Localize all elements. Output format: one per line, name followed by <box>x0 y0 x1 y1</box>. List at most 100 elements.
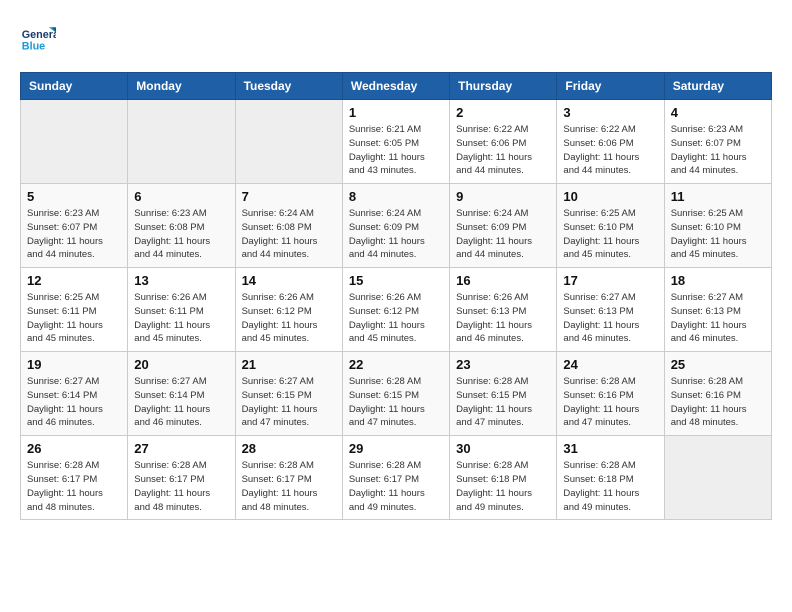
calendar-cell: 25Sunrise: 6:28 AMSunset: 6:16 PMDayligh… <box>664 352 771 436</box>
day-info: Sunrise: 6:22 AMSunset: 6:06 PMDaylight:… <box>563 123 657 178</box>
day-number: 22 <box>349 357 443 372</box>
day-info: Sunrise: 6:25 AMSunset: 6:10 PMDaylight:… <box>563 207 657 262</box>
day-info: Sunrise: 6:24 AMSunset: 6:09 PMDaylight:… <box>456 207 550 262</box>
calendar-cell: 19 Sunrise: 6:27 AMSunset: 6:14 PMDayligh… <box>21 352 128 436</box>
day-number: 24 <box>563 357 657 372</box>
day-number: 13 <box>134 273 228 288</box>
day-number: 6 <box>134 189 228 204</box>
weekday-header-wednesday: Wednesday <box>342 73 449 100</box>
calendar-cell <box>664 436 771 520</box>
day-info: Sunrise: 6:24 AMSunset: 6:08 PMDaylight:… <box>242 207 336 262</box>
calendar-cell <box>128 100 235 184</box>
calendar-week-row: 12 Sunrise: 6:25 AMSunset: 6:11 PMDayligh… <box>21 268 772 352</box>
calendar-cell: 14 Sunrise: 6:26 AMSunset: 6:12 PMDayligh… <box>235 268 342 352</box>
day-number: 12 <box>27 273 121 288</box>
weekday-header-thursday: Thursday <box>450 73 557 100</box>
day-info: Sunrise: 6:21 AMSunset: 6:05 PMDaylight:… <box>349 123 443 178</box>
calendar-cell: 21 Sunrise: 6:27 AMSunset: 6:15 PMDayligh… <box>235 352 342 436</box>
day-number: 14 <box>242 273 336 288</box>
day-number: 29 <box>349 441 443 456</box>
day-info: Sunrise: 6:23 AMSunset: 6:08 PMDaylight:… <box>134 207 228 262</box>
day-info: Sunrise: 6:24 AMSunset: 6:09 PMDaylight:… <box>349 207 443 262</box>
calendar-cell: 3 Sunrise: 6:22 AMSunset: 6:06 PMDaylight… <box>557 100 664 184</box>
day-number: 2 <box>456 105 550 120</box>
calendar-cell: 8 Sunrise: 6:24 AMSunset: 6:09 PMDaylight… <box>342 184 449 268</box>
calendar-week-row: 19 Sunrise: 6:27 AMSunset: 6:14 PMDayligh… <box>21 352 772 436</box>
calendar-cell: 15 Sunrise: 6:26 AMSunset: 6:12 PMDayligh… <box>342 268 449 352</box>
weekday-header-tuesday: Tuesday <box>235 73 342 100</box>
calendar-cell: 17Sunrise: 6:27 AMSunset: 6:13 PMDayligh… <box>557 268 664 352</box>
calendar-cell: 11Sunrise: 6:25 AMSunset: 6:10 PMDayligh… <box>664 184 771 268</box>
svg-text:General: General <box>22 29 56 41</box>
day-info: Sunrise: 6:28 AMSunset: 6:17 PMDaylight:… <box>27 459 121 514</box>
calendar-cell <box>21 100 128 184</box>
calendar-cell: 28 Sunrise: 6:28 AMSunset: 6:17 PMDayligh… <box>235 436 342 520</box>
calendar-week-row: 26 Sunrise: 6:28 AMSunset: 6:17 PMDayligh… <box>21 436 772 520</box>
day-info: Sunrise: 6:28 AMSunset: 6:15 PMDaylight:… <box>456 375 550 430</box>
day-info: Sunrise: 6:23 AMSunset: 6:07 PMDaylight:… <box>671 123 765 178</box>
calendar-cell: 5Sunrise: 6:23 AMSunset: 6:07 PMDaylight… <box>21 184 128 268</box>
day-info: Sunrise: 6:26 AMSunset: 6:13 PMDaylight:… <box>456 291 550 346</box>
day-number: 4 <box>671 105 765 120</box>
calendar-cell: 20 Sunrise: 6:27 AMSunset: 6:14 PMDayligh… <box>128 352 235 436</box>
weekday-header-friday: Friday <box>557 73 664 100</box>
day-info: Sunrise: 6:28 AMSunset: 6:16 PMDaylight:… <box>563 375 657 430</box>
day-number: 19 <box>27 357 121 372</box>
calendar-cell: 30 Sunrise: 6:28 AMSunset: 6:18 PMDayligh… <box>450 436 557 520</box>
day-number: 17 <box>563 273 657 288</box>
day-number: 21 <box>242 357 336 372</box>
calendar-cell: 16 Sunrise: 6:26 AMSunset: 6:13 PMDayligh… <box>450 268 557 352</box>
day-number: 28 <box>242 441 336 456</box>
logo-icon: General Blue <box>20 20 56 56</box>
day-info: Sunrise: 6:26 AMSunset: 6:12 PMDaylight:… <box>242 291 336 346</box>
weekday-header-monday: Monday <box>128 73 235 100</box>
day-info: Sunrise: 6:28 AMSunset: 6:16 PMDaylight:… <box>671 375 765 430</box>
calendar-cell: 9 Sunrise: 6:24 AMSunset: 6:09 PMDaylight… <box>450 184 557 268</box>
day-number: 26 <box>27 441 121 456</box>
day-info: Sunrise: 6:27 AMSunset: 6:15 PMDaylight:… <box>242 375 336 430</box>
day-info: Sunrise: 6:28 AMSunset: 6:17 PMDaylight:… <box>349 459 443 514</box>
day-number: 15 <box>349 273 443 288</box>
calendar-cell: 24 Sunrise: 6:28 AMSunset: 6:16 PMDayligh… <box>557 352 664 436</box>
calendar-cell: 13 Sunrise: 6:26 AMSunset: 6:11 PMDayligh… <box>128 268 235 352</box>
day-info: Sunrise: 6:28 AMSunset: 6:15 PMDaylight:… <box>349 375 443 430</box>
calendar-week-row: 5Sunrise: 6:23 AMSunset: 6:07 PMDaylight… <box>21 184 772 268</box>
day-number: 3 <box>563 105 657 120</box>
calendar-cell: 12 Sunrise: 6:25 AMSunset: 6:11 PMDayligh… <box>21 268 128 352</box>
weekday-header-saturday: Saturday <box>664 73 771 100</box>
day-info: Sunrise: 6:25 AMSunset: 6:11 PMDaylight:… <box>27 291 121 346</box>
day-info: Sunrise: 6:28 AMSunset: 6:18 PMDaylight:… <box>456 459 550 514</box>
day-number: 30 <box>456 441 550 456</box>
logo: General Blue <box>20 20 56 56</box>
day-number: 7 <box>242 189 336 204</box>
day-number: 8 <box>349 189 443 204</box>
calendar-cell: 2Sunrise: 6:22 AMSunset: 6:06 PMDaylight… <box>450 100 557 184</box>
day-info: Sunrise: 6:28 AMSunset: 6:17 PMDaylight:… <box>242 459 336 514</box>
calendar-cell: 31Sunrise: 6:28 AMSunset: 6:18 PMDayligh… <box>557 436 664 520</box>
day-info: Sunrise: 6:27 AMSunset: 6:14 PMDaylight:… <box>134 375 228 430</box>
calendar-cell: 1 Sunrise: 6:21 AMSunset: 6:05 PMDaylight… <box>342 100 449 184</box>
day-number: 23 <box>456 357 550 372</box>
day-info: Sunrise: 6:27 AMSunset: 6:14 PMDaylight:… <box>27 375 121 430</box>
day-info: Sunrise: 6:28 AMSunset: 6:17 PMDaylight:… <box>134 459 228 514</box>
day-info: Sunrise: 6:27 AMSunset: 6:13 PMDaylight:… <box>671 291 765 346</box>
day-info: Sunrise: 6:26 AMSunset: 6:11 PMDaylight:… <box>134 291 228 346</box>
day-number: 16 <box>456 273 550 288</box>
calendar-cell: 22 Sunrise: 6:28 AMSunset: 6:15 PMDayligh… <box>342 352 449 436</box>
day-info: Sunrise: 6:26 AMSunset: 6:12 PMDaylight:… <box>349 291 443 346</box>
calendar-cell <box>235 100 342 184</box>
day-number: 31 <box>563 441 657 456</box>
day-number: 20 <box>134 357 228 372</box>
day-number: 27 <box>134 441 228 456</box>
calendar-cell: 18 Sunrise: 6:27 AMSunset: 6:13 PMDayligh… <box>664 268 771 352</box>
page-header: General Blue <box>20 20 772 56</box>
day-number: 18 <box>671 273 765 288</box>
day-info: Sunrise: 6:25 AMSunset: 6:10 PMDaylight:… <box>671 207 765 262</box>
calendar-week-row: 1 Sunrise: 6:21 AMSunset: 6:05 PMDaylight… <box>21 100 772 184</box>
day-number: 9 <box>456 189 550 204</box>
calendar-cell: 10Sunrise: 6:25 AMSunset: 6:10 PMDayligh… <box>557 184 664 268</box>
weekday-header-sunday: Sunday <box>21 73 128 100</box>
weekday-header-row: SundayMondayTuesdayWednesdayThursdayFrid… <box>21 73 772 100</box>
day-number: 1 <box>349 105 443 120</box>
calendar-cell: 4 Sunrise: 6:23 AMSunset: 6:07 PMDaylight… <box>664 100 771 184</box>
